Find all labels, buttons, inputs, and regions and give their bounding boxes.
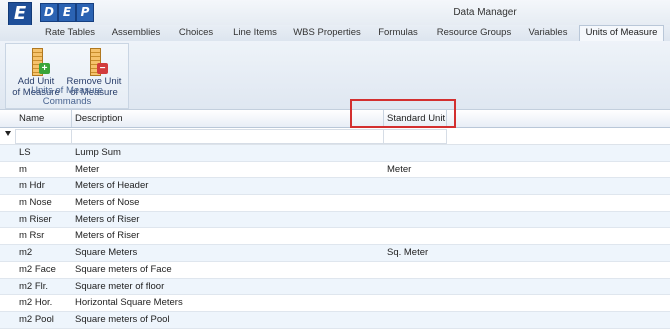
tab-resource-groups[interactable]: Resource Groups <box>432 26 516 41</box>
name-cell[interactable]: m2 Pool <box>17 312 71 327</box>
tab-formulas[interactable]: Formulas <box>372 26 424 41</box>
tab-units-of-measure[interactable]: Units of Measure <box>579 25 664 42</box>
standard-unit-cell[interactable] <box>385 279 445 294</box>
name-cell[interactable]: m Riser <box>17 212 71 227</box>
window-title: Data Manager <box>453 7 517 18</box>
units-of-measure-commands-group: + Add Unit of Measure − Remove Unit of M… <box>5 43 129 109</box>
standard-unit-cell[interactable] <box>385 145 445 160</box>
group-label: Units of Measure Commands <box>31 85 103 107</box>
standard-unit-cell[interactable]: Sq. Meter <box>385 245 445 260</box>
name-cell[interactable]: m2 <box>17 245 71 260</box>
name-cell[interactable]: m Rsr <box>17 228 71 243</box>
tab-rate-tables[interactable]: Rate Tables <box>38 26 102 41</box>
standard-unit-cell[interactable] <box>385 212 445 227</box>
name-cell[interactable]: m Hdr <box>17 178 71 193</box>
description-cell[interactable]: Horizontal Square Meters <box>73 295 380 310</box>
column-header-description[interactable]: Description <box>72 110 375 127</box>
name-cell[interactable]: m <box>17 162 71 177</box>
table-row[interactable]: m Nose Meters of Nose <box>0 195 670 212</box>
standard-unit-cell[interactable] <box>385 312 445 327</box>
description-cell[interactable]: Square meter of floor <box>73 279 380 294</box>
title-bar: E D E P Data Manager <box>0 0 670 26</box>
description-cell[interactable]: Meters of Nose <box>73 195 380 210</box>
grid-header: Name Description Standard Unit <box>0 110 670 128</box>
tab-bar: Rate Tables Assemblies Choices Line Item… <box>0 25 670 42</box>
table-row[interactable]: m2 Face Square meters of Face <box>0 261 670 279</box>
table-row[interactable]: LS Lump Sum <box>0 145 670 162</box>
ribbon: + Add Unit of Measure − Remove Unit of M… <box>0 41 670 110</box>
tab-variables[interactable]: Variables <box>522 26 574 41</box>
name-filter-input[interactable] <box>15 129 72 144</box>
table-row[interactable]: m2 Flr. Square meter of floor <box>0 278 670 296</box>
description-cell[interactable]: Meter <box>73 162 380 177</box>
table-row[interactable]: m2 Hor. Horizontal Square Meters <box>0 295 670 312</box>
table-row[interactable]: m Meter Meter <box>0 161 670 179</box>
tab-wbs-properties[interactable]: WBS Properties <box>290 26 364 41</box>
description-cell[interactable]: Meters of Header <box>73 178 380 193</box>
table-row[interactable]: m Rsr Meters of Riser <box>0 228 670 246</box>
name-cell[interactable]: LS <box>17 145 71 160</box>
grid-rows: LS Lump Sum m Meter Meter m Hdr Meters of He… <box>0 145 670 329</box>
table-row[interactable]: m Riser Meters of Riser <box>0 211 670 229</box>
name-cell[interactable]: m2 Face <box>17 262 71 277</box>
plus-icon: + <box>39 63 50 74</box>
units-grid: Name Description Standard Unit LS Lump Su… <box>0 110 670 329</box>
standard-unit-cell[interactable] <box>385 295 445 310</box>
tab-line-items[interactable]: Line Items <box>226 26 284 41</box>
description-cell[interactable]: Meters of Riser <box>73 212 380 227</box>
description-cell[interactable]: Square meters of Pool <box>73 312 380 327</box>
description-cell[interactable]: Square meters of Face <box>73 262 380 277</box>
standard-unit-cell[interactable] <box>385 195 445 210</box>
filter-icon[interactable] <box>5 131 11 136</box>
minus-icon: − <box>97 63 108 74</box>
filter-row <box>0 128 670 145</box>
standard-unit-cell[interactable] <box>385 262 445 277</box>
column-header-name[interactable]: Name <box>16 110 71 127</box>
standard-unit-cell[interactable] <box>385 228 445 243</box>
description-cell[interactable]: Square Meters <box>73 245 380 260</box>
table-row[interactable]: m2 Square Meters Sq. Meter <box>0 245 670 262</box>
description-cell[interactable]: Lump Sum <box>73 145 380 160</box>
description-cell[interactable]: Meters of Riser <box>73 228 380 243</box>
name-cell[interactable]: m2 Hor. <box>17 295 71 310</box>
standard-unit-filter-input[interactable] <box>383 129 447 144</box>
standard-unit-cell[interactable] <box>385 178 445 193</box>
tab-choices[interactable]: Choices <box>172 26 220 41</box>
name-cell[interactable]: m Nose <box>17 195 71 210</box>
description-filter-input[interactable] <box>71 129 384 144</box>
table-row[interactable]: m2 Pool Square meters of Pool <box>0 311 670 329</box>
standard-unit-cell[interactable]: Meter <box>385 162 445 177</box>
name-cell[interactable]: m2 Flr. <box>17 279 71 294</box>
table-row[interactable]: m Hdr Meters of Header <box>0 178 670 196</box>
tab-assemblies[interactable]: Assemblies <box>106 26 166 41</box>
standard-unit-highlight-box <box>350 99 456 128</box>
